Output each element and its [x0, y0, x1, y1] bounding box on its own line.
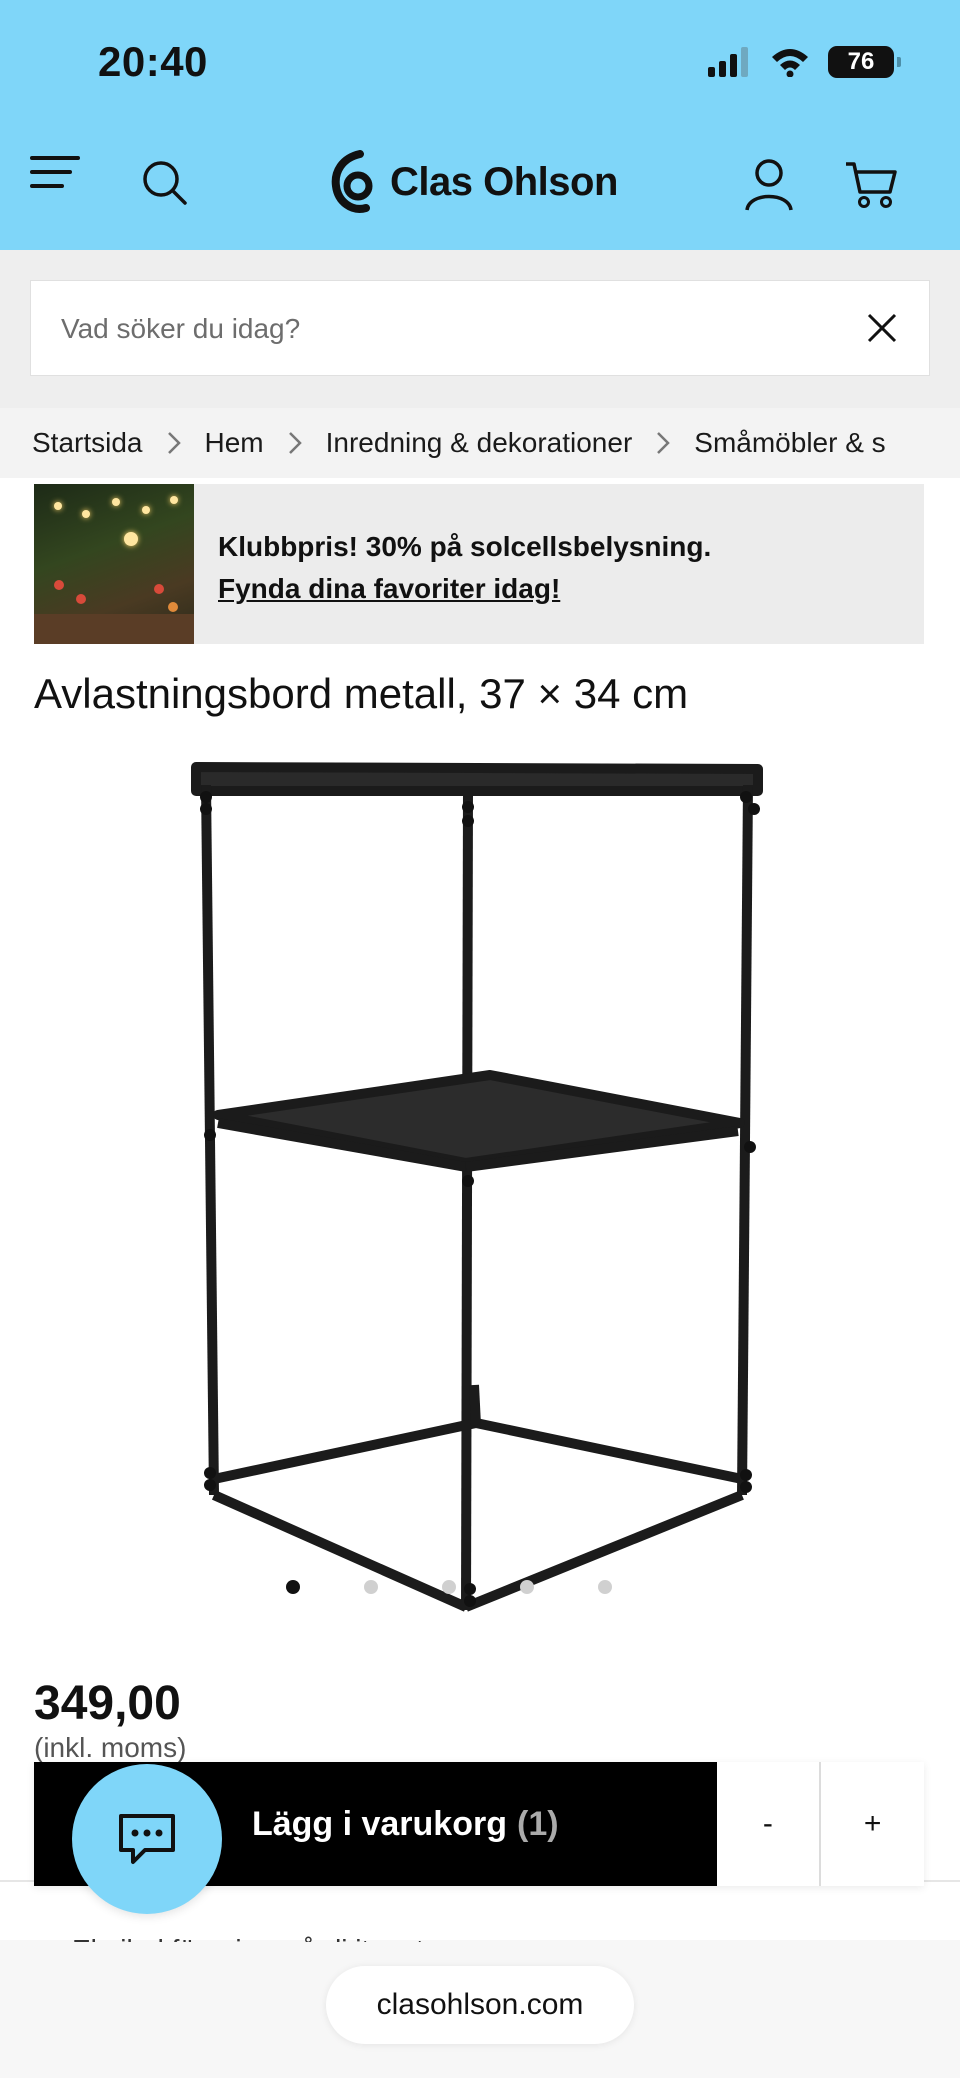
account-icon[interactable] — [744, 158, 794, 212]
vat-note: (inkl. moms) — [34, 1732, 187, 1763]
image-carousel-dots — [286, 1580, 612, 1594]
carousel-dot[interactable] — [286, 1580, 300, 1594]
brand-name: Clas Ohlson — [390, 159, 618, 204]
promo-headline: Klubbpris! 30% på solcellsbelysning. — [218, 531, 712, 562]
brand-logo[interactable]: Clas Ohlson — [330, 150, 618, 214]
product-title: Avlastningsbord metall, 37 × 34 cm — [34, 670, 689, 717]
breadcrumb-item-hem[interactable]: Hem — [205, 427, 264, 459]
search-bar-area — [0, 250, 960, 408]
wifi-icon — [772, 49, 808, 77]
carousel-dot[interactable] — [364, 1580, 378, 1594]
partial-text: Ebvilad föreningsvårdi item t — [72, 1930, 424, 1942]
quantity-plus-button[interactable]: + — [821, 1762, 924, 1886]
menu-icon[interactable] — [30, 152, 80, 192]
battery-indicator: 76 — [828, 46, 901, 78]
breadcrumb: Startsida Hem Inredning & dekorationer S… — [0, 408, 960, 478]
search-input[interactable] — [61, 281, 841, 377]
chevron-right-icon — [656, 431, 671, 455]
browser-url-bar[interactable]: clasohlson.com — [326, 1966, 634, 2044]
promo-link[interactable]: Fynda dina favoriter idag! — [218, 568, 711, 610]
app-header: 20:40 76 Clas Ohlson — [0, 0, 960, 250]
carousel-dot[interactable] — [442, 1580, 456, 1594]
promo-text: Klubbpris! 30% på solcellsbelysning. Fyn… — [194, 484, 711, 644]
promo-image — [34, 484, 194, 644]
cart-count: (1) — [517, 1804, 559, 1843]
carousel-dot[interactable] — [598, 1580, 612, 1594]
status-icons: 76 — [708, 46, 901, 78]
chevron-right-icon — [167, 431, 181, 455]
signal-icon — [708, 47, 748, 77]
cart-icon[interactable] — [844, 160, 898, 210]
breadcrumb-item-inredning[interactable]: Inredning & dekorationer — [326, 427, 633, 459]
search-box[interactable] — [30, 280, 930, 377]
chat-button[interactable] — [72, 1764, 222, 1914]
clas-ohlson-logo-icon — [331, 150, 373, 213]
status-time: 20:40 — [98, 38, 208, 85]
quantity-minus-button[interactable]: - — [717, 1762, 820, 1886]
add-to-cart-label: Lägg i varukorg — [251, 1804, 507, 1843]
product-price: 349,00 — [34, 1677, 181, 1730]
search-icon[interactable] — [142, 160, 188, 206]
product-image[interactable] — [190, 755, 770, 1615]
clear-icon[interactable] — [865, 311, 899, 345]
chat-icon — [119, 1814, 175, 1864]
carousel-dot[interactable] — [520, 1580, 534, 1594]
breadcrumb-item-smamobler[interactable]: Småmöbler & s — [694, 427, 885, 459]
breadcrumb-item-startsida[interactable]: Startsida — [32, 427, 143, 459]
promo-banner[interactable]: Klubbpris! 30% på solcellsbelysning. Fyn… — [34, 484, 924, 644]
chevron-right-icon — [288, 431, 302, 455]
